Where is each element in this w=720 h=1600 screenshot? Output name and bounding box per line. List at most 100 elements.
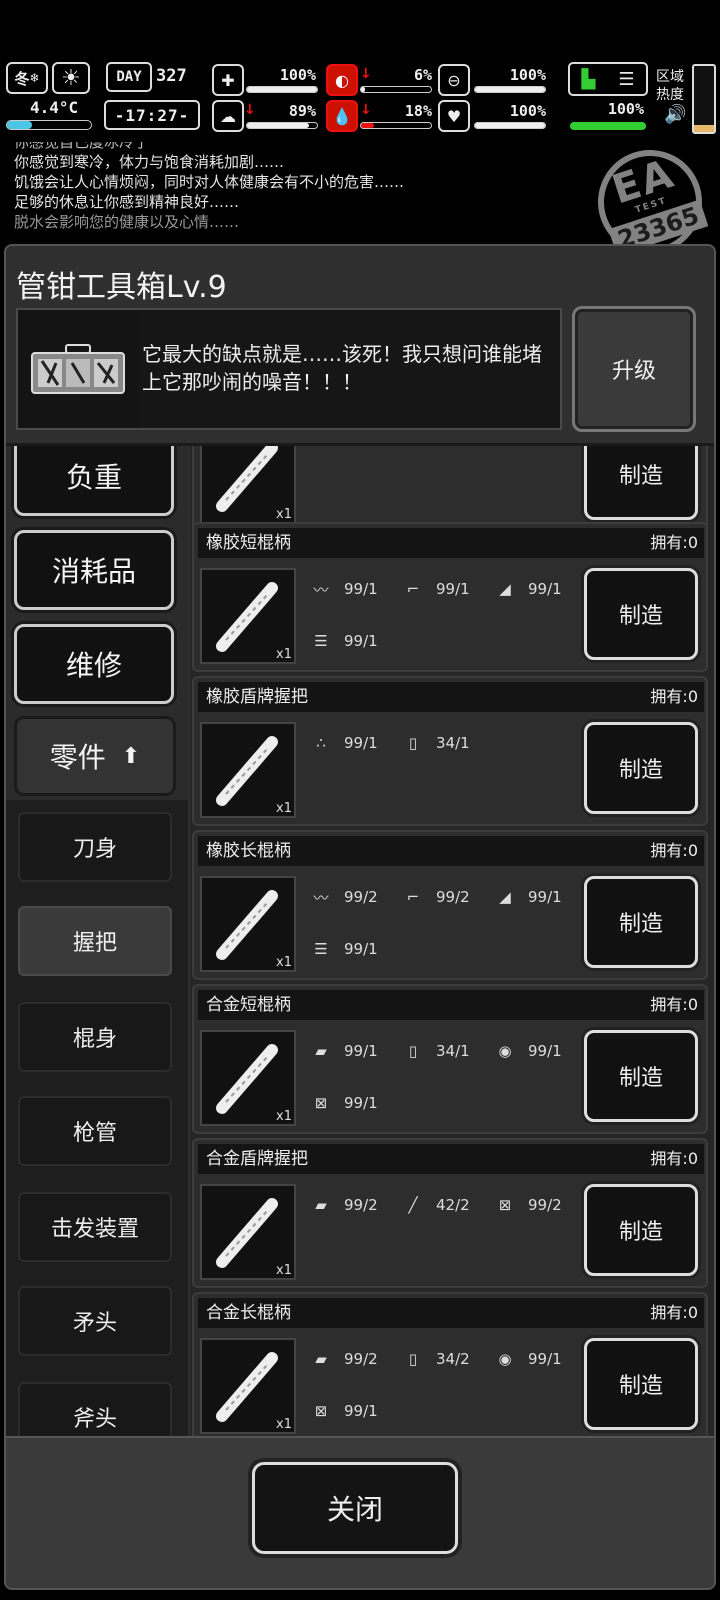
material-requirement: ☰ 99/1	[302, 932, 394, 966]
craft-button[interactable]: 制造	[584, 722, 698, 814]
health-bar	[246, 86, 318, 93]
wood-logs-icon: ☰	[314, 940, 328, 958]
material-amount: 99/2	[436, 888, 470, 906]
recipe-title-bar: 合金短棍柄 拥有:0	[198, 990, 704, 1020]
metal-sheet-roll-icon: ◉	[498, 1350, 512, 1368]
warmth-value: 100%	[607, 100, 644, 118]
thirst-value: 18%	[404, 102, 432, 120]
metal-ingot-icon: ▰	[315, 1350, 327, 1368]
category-label: 维修	[65, 649, 122, 682]
warmth-bar	[570, 122, 646, 130]
recipe-title-bar: 橡胶短棍柄 拥有:0	[198, 528, 704, 558]
sun-icon: ☀	[52, 62, 90, 94]
material-amount: 99/1	[344, 1042, 378, 1060]
material-list	[302, 446, 582, 532]
material-requirement: 〰 99/2	[302, 880, 394, 914]
cloth-icon: ◢	[499, 888, 511, 906]
lungs-icon: ⊖	[438, 64, 470, 96]
material-amount: 99/1	[344, 734, 378, 752]
battery-box-icon: ⊠	[314, 1402, 328, 1420]
owned-count: 拥有:0	[650, 687, 698, 706]
recipe-card: 合金短棍柄 拥有:0 x1 ▰ 99/1 ▯ 34/1 ◉ 99/1 ⊠ 99/…	[192, 984, 708, 1134]
category-parts[interactable]: 零件 ⬆	[14, 716, 176, 796]
craft-button[interactable]: 制造	[584, 1184, 698, 1276]
craft-button[interactable]: 制造	[584, 876, 698, 968]
wood-logs-icon: ☰	[314, 632, 328, 650]
category-repair[interactable]: 维修	[14, 624, 174, 704]
crafting-panel: 管钳工具箱Lv.9 它最大的缺点就是……该死！我只想问谁能堵上它那吵闹的噪音！！…	[4, 244, 716, 1590]
recipe-name: 橡胶盾牌握把	[206, 687, 308, 707]
log-line: 你感觉自己度冰冷了	[14, 142, 150, 151]
owned-count: 拥有:0	[650, 1303, 698, 1322]
material-amount: 99/1	[528, 888, 562, 906]
category-sidebar: 负重 消耗品 维修 零件 ⬆ 刀身 握把 棍身 枪管 击发装置 矛头 斧头	[6, 436, 188, 1452]
pipe-fitting-icon: ⌐	[406, 580, 420, 598]
material-amount: 99/1	[528, 580, 562, 598]
material-requirement: ▰ 99/2	[302, 1342, 394, 1376]
mood-bar	[246, 122, 318, 129]
category-consumables[interactable]: 消耗品	[14, 530, 174, 610]
heart-bar	[474, 122, 546, 129]
material-requirement: ▰ 99/2	[302, 1188, 394, 1222]
material-requirement: ◢ 99/1	[486, 880, 578, 914]
jerrycan-icon: ▯	[408, 1350, 418, 1368]
material-requirement: ◉ 99/1	[486, 1034, 578, 1068]
region-heat-meter	[692, 64, 716, 134]
subcategory-spearhead[interactable]: 矛头	[18, 1286, 172, 1356]
craft-button[interactable]: 制造	[584, 1338, 698, 1430]
snow-icon: ❄	[29, 71, 40, 85]
output-quantity: x1	[276, 647, 292, 662]
recipe-name: 橡胶长棍柄	[206, 841, 291, 861]
material-list: ▰ 99/2 ╱ 42/2 ⊠ 99/2	[302, 1188, 582, 1288]
category-label: 消耗品	[51, 555, 136, 588]
upgrade-button[interactable]: 升级	[572, 306, 696, 432]
brain-icon: ☁	[212, 100, 244, 132]
subcategory-barrel[interactable]: 枪管	[18, 1096, 172, 1166]
category-load[interactable]: 负重	[14, 436, 174, 516]
craft-button[interactable]: 制造	[584, 568, 698, 660]
recipe-title-bar: 橡胶长棍柄 拥有:0	[198, 836, 704, 866]
recipe-card: 橡胶短棍柄 拥有:0 x1 〰 99/1 ⌐ 99/1 ◢ 99/1 ☰ 99/…	[192, 522, 708, 672]
stamina-bar	[474, 86, 546, 93]
recipe-title-bar: 合金盾牌握把 拥有:0	[198, 1144, 704, 1174]
material-requirement: ╱ 42/2	[394, 1188, 486, 1222]
material-requirement: ▯ 34/2	[394, 1342, 486, 1376]
region-heat-label: 区域 热度	[656, 68, 684, 104]
status-hud: 冬 ❄ ☀ 4.4°C DAY 327 -17:27- ✚ 100% ◐ ↓ 6%…	[0, 60, 720, 140]
material-requirement: ⊠ 99/1	[302, 1086, 394, 1120]
subcategory-list: 刀身 握把 棍身 枪管 击发装置 矛头 斧头	[6, 800, 188, 1452]
recipe-list[interactable]: x1 制造 橡胶短棍柄 拥有:0 x1 〰 99/1 ⌐ 99/1 ◢ 99/1	[190, 446, 714, 1436]
recipe-name: 合金短棍柄	[206, 995, 291, 1015]
subcategory-shaft[interactable]: 棍身	[18, 1002, 172, 1072]
owned-count: 拥有:0	[650, 533, 698, 552]
material-requirement: ◢ 99/1	[486, 572, 578, 606]
recipe-title-bar: 橡胶盾牌握把 拥有:0	[198, 682, 704, 712]
subcategory-blade[interactable]: 刀身	[18, 812, 172, 882]
speaker-icon[interactable]: 🔊	[664, 104, 686, 125]
item-thumbnail: x1	[200, 446, 296, 524]
craft-button[interactable]: 制造	[584, 1030, 698, 1122]
item-thumbnail: x1	[200, 1184, 296, 1280]
subcategory-firing-mechanism[interactable]: 击发装置	[18, 1192, 172, 1262]
craft-button[interactable]: 制造	[584, 446, 698, 520]
battery-box-icon: ⊠	[314, 1094, 328, 1112]
material-requirement: ◉ 99/1	[486, 1342, 578, 1376]
metal-sheet-roll-icon: ◉	[498, 1042, 512, 1060]
toolbox-image	[18, 310, 138, 428]
hunger-value: 6%	[413, 66, 432, 84]
granules-icon: ∴	[316, 734, 326, 752]
item-thumbnail: x1	[200, 1338, 296, 1434]
workbench-description-box: 它最大的缺点就是……该死！我只想问谁能堵上它那吵闹的噪音！！！	[16, 308, 562, 430]
day-number: 327	[156, 66, 187, 86]
item-thumbnail: x1	[200, 722, 296, 818]
close-button[interactable]: 关闭	[252, 1462, 458, 1554]
stomach-icon: ◐	[326, 64, 358, 96]
material-amount: 99/1	[344, 1094, 378, 1112]
health-value: 100%	[279, 66, 316, 84]
subcategory-grip[interactable]: 握把	[18, 906, 172, 976]
region-label-2: 热度	[656, 87, 684, 103]
metal-ingot-icon: ▰	[315, 1196, 327, 1214]
material-requirement: ⊠ 99/1	[302, 1394, 394, 1428]
output-quantity: x1	[276, 507, 292, 522]
metal-ingot-icon: ▰	[315, 1042, 327, 1060]
